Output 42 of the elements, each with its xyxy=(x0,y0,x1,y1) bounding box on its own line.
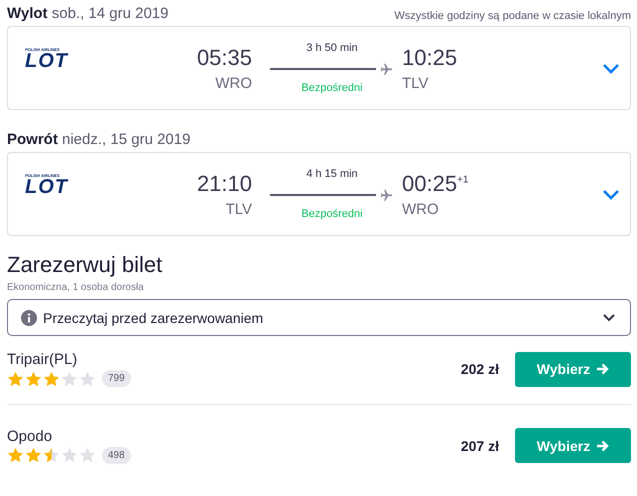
price: 207 zł xyxy=(460,438,499,454)
airplane-icon xyxy=(380,188,394,202)
info-icon xyxy=(21,310,37,326)
timezone-note: Wszystkie godziny są podane w czasie lokalnym xyxy=(394,10,631,22)
departure-time: 05:35 xyxy=(196,44,252,70)
leg-date: Powrót niedz., 15 gru 2019 xyxy=(7,131,190,148)
star-icon xyxy=(25,447,42,463)
provider-name: Opodo xyxy=(7,428,54,444)
direct-label: Bezpośredni xyxy=(301,82,363,94)
star-icon xyxy=(25,370,42,386)
arrow-right-icon xyxy=(596,363,610,375)
star-icon xyxy=(43,447,60,463)
arrival-airport: WRO xyxy=(402,200,439,218)
chevron-down-icon[interactable] xyxy=(602,62,620,74)
star-icon xyxy=(7,447,24,463)
star-icon xyxy=(79,447,96,463)
arrival-time: 10:25 xyxy=(402,44,458,70)
departure-time: 21:10 xyxy=(196,170,252,196)
review-count: 498 xyxy=(102,446,131,464)
fare-class: Ekonomiczna, 1 osoba dorosła xyxy=(7,282,145,293)
star-icon xyxy=(61,370,78,386)
provider-name: Tripair(PL) xyxy=(7,351,78,368)
arrow-right-icon xyxy=(596,440,610,452)
star-icon xyxy=(7,370,24,386)
info-dropdown[interactable]: Przeczytaj przed zarezerwowaniem xyxy=(7,299,631,336)
price: 202 zł xyxy=(460,361,499,377)
section-title: Zarezerwuj bilet xyxy=(7,252,164,278)
airplane-icon xyxy=(380,62,394,76)
arrival-time: 00:25$^{+1}$ xyxy=(402,170,468,196)
departure-airport: TLV xyxy=(226,200,252,218)
arrival-airport: TLV xyxy=(402,74,428,92)
review-count: 799 xyxy=(102,370,131,387)
departure-airport: WRO xyxy=(215,74,252,92)
direct-label: Bezpośredni xyxy=(301,208,363,220)
chevron-down-icon xyxy=(602,313,616,322)
star-icon xyxy=(61,447,78,463)
flight-duration: 3 h 50 min xyxy=(306,42,358,54)
flight-duration: 4 h 15 min xyxy=(306,168,358,180)
leg-date: Wylot sob., 14 gru 2019 xyxy=(7,5,168,22)
star-icon xyxy=(79,370,96,386)
star-icon xyxy=(43,370,60,386)
chevron-down-icon[interactable] xyxy=(602,188,620,200)
